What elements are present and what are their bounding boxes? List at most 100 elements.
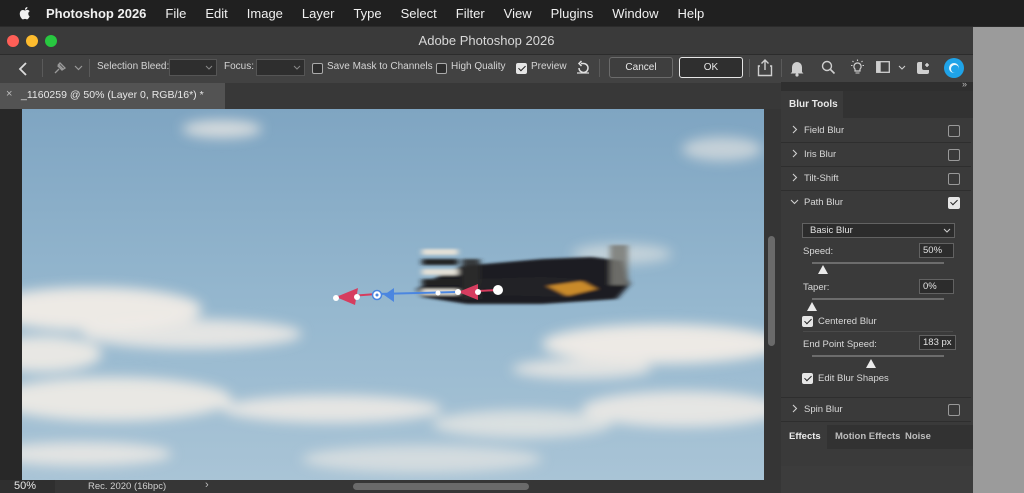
high-quality-label: High Quality xyxy=(451,61,506,72)
reset-icon[interactable] xyxy=(575,60,591,76)
lightbulb-icon[interactable] xyxy=(849,59,866,76)
chevron-down-icon xyxy=(293,65,301,70)
menu-select[interactable]: Select xyxy=(401,6,437,21)
macos-menubar: Photoshop 2026 File Edit Image Layer Typ… xyxy=(0,0,1024,26)
cancel-button[interactable]: Cancel xyxy=(609,57,673,78)
end-point-speed-label: End Point Speed: xyxy=(803,339,877,350)
apple-logo-icon[interactable] xyxy=(16,4,34,22)
share-icon[interactable] xyxy=(757,59,773,77)
document-canvas[interactable] xyxy=(22,109,764,480)
menu-image[interactable]: Image xyxy=(247,6,283,21)
selection-bleed-label: Selection Bleed: xyxy=(97,61,170,72)
vertical-scrollbar[interactable] xyxy=(764,109,781,480)
blur-tools-tab-row: Blur Tools xyxy=(781,91,973,118)
tab-bar-empty xyxy=(225,83,781,109)
window-titlebar: Adobe Photoshop 2026 xyxy=(0,27,973,55)
menu-layer[interactable]: Layer xyxy=(302,6,335,21)
canvas-image xyxy=(22,109,764,480)
pin-tool-icon[interactable] xyxy=(52,61,68,75)
tab-noise[interactable]: Noise xyxy=(905,425,945,449)
selection-bleed-field[interactable] xyxy=(169,59,217,76)
bell-icon[interactable] xyxy=(789,59,805,77)
desktop-background xyxy=(973,27,1024,493)
ok-button[interactable]: OK xyxy=(679,57,743,78)
menu-plugins[interactable]: Plugins xyxy=(551,6,594,21)
end-point-speed-slider-track[interactable] xyxy=(812,355,944,357)
chevron-down-icon[interactable] xyxy=(898,65,906,70)
panel-header: » xyxy=(781,79,973,91)
collapse-panel-icon[interactable]: » xyxy=(962,79,967,89)
back-arrow-icon[interactable] xyxy=(16,61,30,77)
chevron-right-icon[interactable] xyxy=(790,149,799,158)
status-menu-arrow-icon[interactable]: › xyxy=(205,479,209,491)
taper-input[interactable]: 0% xyxy=(919,279,954,294)
scroll-thumb[interactable] xyxy=(768,236,775,346)
menu-help[interactable]: Help xyxy=(678,6,705,21)
taper-label: Taper: xyxy=(803,282,830,293)
chevron-down-icon[interactable] xyxy=(790,197,799,206)
tab-motion-effects[interactable]: Motion Effects xyxy=(835,425,905,449)
speed-slider-track[interactable] xyxy=(812,262,944,264)
menu-view[interactable]: View xyxy=(504,6,532,21)
tab-blur-tools[interactable]: Blur Tools xyxy=(781,91,843,118)
divider xyxy=(803,331,953,332)
chevron-down-icon[interactable] xyxy=(74,65,83,71)
focus-field[interactable] xyxy=(256,59,305,76)
close-tab-icon[interactable]: × xyxy=(6,88,12,100)
tab-effects[interactable]: Effects xyxy=(781,425,827,449)
save-mask-checkbox[interactable] xyxy=(312,63,323,74)
edit-blur-shapes-checkbox[interactable] xyxy=(802,373,813,384)
document-tab[interactable]: × _1160259 @ 50% (Layer 0, RGB/16*) * xyxy=(0,83,225,109)
menu-type[interactable]: Type xyxy=(353,6,381,21)
chevron-right-icon[interactable] xyxy=(790,173,799,182)
spin-blur-checkbox[interactable] xyxy=(948,404,960,416)
creative-cloud-avatar[interactable] xyxy=(944,58,964,78)
zoom-level[interactable]: 50% xyxy=(0,480,55,493)
focus-label: Focus: xyxy=(224,61,255,72)
end-point-speed-input[interactable]: 183 px xyxy=(919,335,956,350)
window-title: Adobe Photoshop 2026 xyxy=(418,33,555,48)
speed-label: Speed: xyxy=(803,246,834,257)
menu-window[interactable]: Window xyxy=(612,6,658,21)
path-blur-checkbox[interactable] xyxy=(948,197,960,209)
field-blur-checkbox[interactable] xyxy=(948,125,960,137)
preview-label: Preview xyxy=(531,61,567,72)
menu-file[interactable]: File xyxy=(165,6,186,21)
horizontal-scroll-thumb[interactable] xyxy=(353,483,529,490)
field-blur-row[interactable]: Field Blur xyxy=(781,119,971,143)
menu-edit[interactable]: Edit xyxy=(205,6,227,21)
speed-input[interactable]: 50% xyxy=(919,243,954,258)
centered-blur-checkbox[interactable] xyxy=(802,316,813,327)
cloud-document-icon[interactable] xyxy=(916,59,933,76)
save-mask-label: Save Mask to Channels xyxy=(327,61,433,72)
menu-app-name[interactable]: Photoshop 2026 xyxy=(46,6,146,21)
field-blur-label: Field Blur xyxy=(804,125,845,136)
search-icon[interactable] xyxy=(821,60,836,75)
chevron-right-icon[interactable] xyxy=(790,404,799,413)
high-quality-checkbox[interactable] xyxy=(436,63,447,74)
end-point-speed-slider-thumb[interactable] xyxy=(866,359,877,368)
iris-blur-checkbox[interactable] xyxy=(948,149,960,161)
document-info: Rec. 2020 (16bpc) xyxy=(88,481,167,492)
workspace-icon[interactable] xyxy=(876,61,890,73)
path-blur-label: Path Blur xyxy=(804,197,844,208)
speed-slider-thumb[interactable] xyxy=(817,265,828,274)
menu-filter[interactable]: Filter xyxy=(456,6,485,21)
iris-blur-row[interactable]: Iris Blur xyxy=(781,143,971,167)
tilt-shift-checkbox[interactable] xyxy=(948,173,960,185)
status-bar: 50% Rec. 2020 (16bpc) › xyxy=(0,479,781,493)
document-tab-title: _1160259 @ 50% (Layer 0, RGB/16*) * xyxy=(21,89,204,101)
blur-type-select[interactable]: Basic Blur xyxy=(802,223,955,238)
tilt-shift-row[interactable]: Tilt-Shift xyxy=(781,167,971,191)
spin-blur-row[interactable]: Spin Blur xyxy=(781,398,971,422)
taper-slider-thumb[interactable] xyxy=(807,302,817,311)
tilt-shift-label: Tilt-Shift xyxy=(804,173,839,184)
centered-blur-label: Centered Blur xyxy=(818,316,877,327)
taper-slider-track[interactable] xyxy=(812,298,944,300)
blur-type-value: Basic Blur xyxy=(810,225,853,236)
chevron-down-icon xyxy=(943,228,951,233)
edit-blur-shapes-label: Edit Blur Shapes xyxy=(818,373,889,384)
chevron-right-icon[interactable] xyxy=(790,125,799,134)
preview-checkbox[interactable] xyxy=(516,63,527,74)
iris-blur-label: Iris Blur xyxy=(804,149,837,160)
